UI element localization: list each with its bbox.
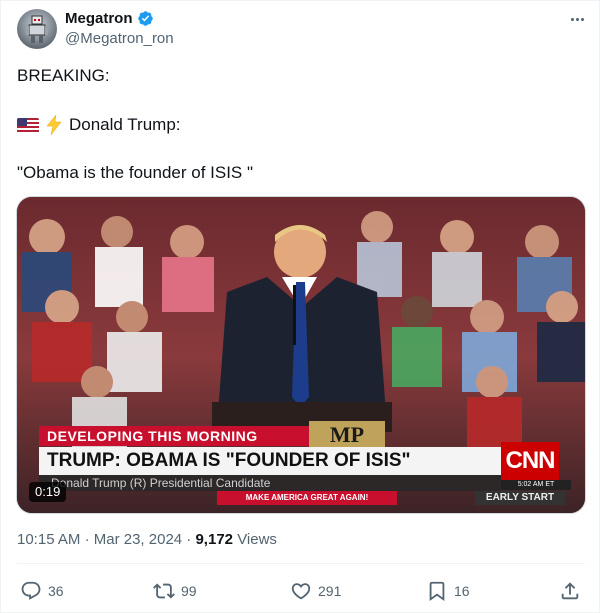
tweet-text-line-1: BREAKING: bbox=[17, 66, 110, 85]
retweet-icon bbox=[153, 583, 175, 599]
tweet-text-line-3: "Obama is the founder of ISIS " bbox=[17, 163, 254, 182]
video-duration-badge: 0:19 bbox=[29, 482, 67, 502]
chyron-developing: DEVELOPING THIS MORNING bbox=[39, 426, 309, 446]
tweet-date[interactable]: Mar 23, 2024 bbox=[94, 531, 182, 548]
divider bbox=[17, 563, 585, 564]
retweet-count: 99 bbox=[181, 583, 197, 599]
heart-icon bbox=[291, 583, 311, 600]
meta-separator: · bbox=[84, 531, 94, 548]
like-button[interactable]: 291 bbox=[290, 579, 341, 603]
avatar[interactable] bbox=[17, 9, 57, 49]
like-count: 291 bbox=[318, 583, 342, 599]
tweet-card: Megatron @Megatron_ron BREAKING: Donald … bbox=[0, 0, 600, 613]
reply-button[interactable]: 36 bbox=[20, 579, 64, 603]
cnn-logo: CNN bbox=[501, 442, 559, 480]
dot-icon bbox=[575, 17, 579, 21]
lightning-icon bbox=[46, 115, 62, 135]
chyron-show-name: EARLY START bbox=[475, 491, 565, 505]
chyron-headline: TRUMP: OBAMA IS "FOUNDER OF ISIS" bbox=[39, 447, 501, 475]
us-flag-icon bbox=[17, 117, 39, 133]
tweet-text-line-2-label: Donald Trump: bbox=[69, 115, 181, 134]
tweet-time[interactable]: 10:15 AM bbox=[17, 531, 80, 548]
author-name-row: Megatron bbox=[65, 10, 154, 27]
views-count: 9,172 bbox=[195, 531, 234, 548]
retweet-button[interactable]: 99 bbox=[153, 579, 197, 603]
dot-icon bbox=[570, 17, 574, 21]
views-label: Views bbox=[237, 531, 277, 548]
podium-sign: MP bbox=[309, 421, 385, 449]
tweet-text-line-2: Donald Trump: bbox=[17, 115, 181, 135]
author-display-name[interactable]: Megatron bbox=[65, 10, 133, 27]
robot-icon bbox=[26, 15, 48, 43]
share-icon bbox=[561, 582, 579, 600]
bookmark-icon bbox=[429, 581, 445, 602]
reply-icon bbox=[21, 581, 41, 600]
share-button[interactable] bbox=[559, 579, 581, 603]
author-handle[interactable]: @Megatron_ron bbox=[65, 30, 174, 47]
more-options-button[interactable] bbox=[567, 9, 587, 29]
tweet-meta: 10:15 AM · Mar 23, 2024 · 9,172 Views bbox=[17, 531, 277, 548]
dot-icon bbox=[580, 17, 584, 21]
verified-badge-icon[interactable] bbox=[137, 10, 154, 27]
video-player[interactable]: DEVELOPING THIS MORNING MP TRUMP: OBAMA … bbox=[16, 196, 586, 514]
chyron-time: 5:02 AM ET bbox=[501, 480, 571, 490]
bookmark-button[interactable]: 16 bbox=[426, 579, 470, 603]
chyron-subline: Donald Trump (R) Presidential Candidate bbox=[39, 475, 501, 491]
bookmark-count: 16 bbox=[454, 583, 470, 599]
reply-count: 36 bbox=[48, 583, 64, 599]
chyron-slogan: MAKE AMERICA GREAT AGAIN! bbox=[217, 491, 397, 505]
